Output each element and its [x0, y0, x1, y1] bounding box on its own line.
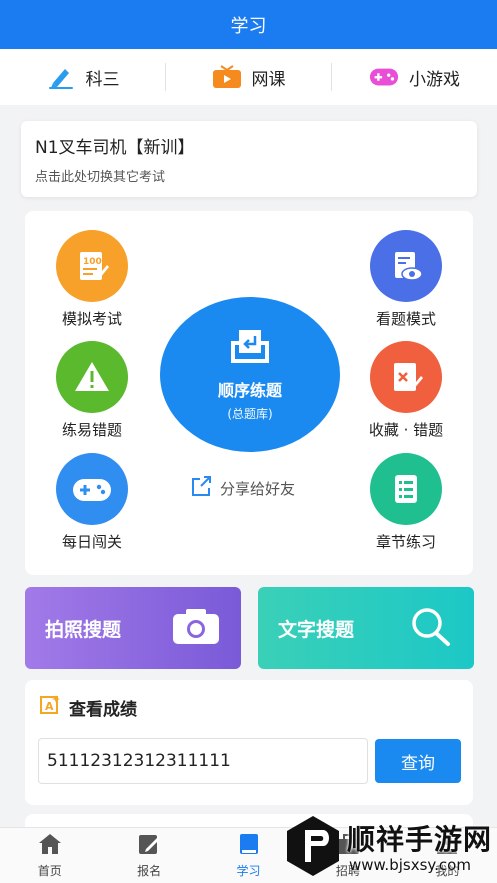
view-mode-label: 看题模式: [375, 310, 436, 328]
svg-text:100: 100: [83, 257, 102, 267]
watermark-url: www.bjsxsy.com: [349, 856, 471, 874]
tab-label: 小游戏: [409, 69, 460, 90]
gamepad-icon: [56, 453, 128, 525]
tv-icon: [212, 65, 242, 89]
score-title-text: 查看成绩: [69, 700, 137, 720]
easy-errors-label: 练易错题: [61, 421, 122, 439]
daily-challenge-label: 每日闯关: [61, 533, 122, 551]
share-to-friends-link[interactable]: 分享给好友: [190, 475, 295, 501]
view-mode-icon: [370, 230, 442, 302]
view-mode-button[interactable]: 看题模式: [351, 230, 461, 329]
chapter-practice-label: 章节练习: [375, 533, 436, 551]
text-search-label: 文字搜题: [278, 618, 355, 641]
top-category-nav: 科三 网课 小游戏: [0, 49, 497, 105]
share-label: 分享给好友: [220, 479, 296, 498]
share-icon: [190, 475, 214, 501]
nav-register[interactable]: 报名: [99, 828, 198, 883]
warning-icon: [56, 341, 128, 413]
tab-mini-games[interactable]: 小游戏: [332, 49, 497, 105]
tab-label: 网课: [251, 69, 286, 90]
text-search-button[interactable]: 文字搜题: [258, 587, 474, 669]
sequential-practice-title: 顺序练题: [217, 381, 282, 400]
magnifier-icon: [408, 606, 454, 651]
sequential-practice-button[interactable]: 顺序练题 (总题库): [160, 297, 340, 452]
tab-label: 科三: [85, 69, 120, 90]
error-notebook-icon: [370, 341, 442, 413]
nav-home[interactable]: 首页: [0, 828, 99, 883]
tab-online-course[interactable]: 网课: [166, 49, 331, 105]
score-icon: A: [39, 694, 61, 721]
tab-ke-san[interactable]: 科三: [0, 49, 165, 105]
favorites-errors-button[interactable]: 收藏 · 错题: [351, 341, 461, 440]
mock-exam-label: 模拟考试: [61, 310, 122, 328]
app-header: 学习: [0, 0, 497, 49]
score-title: A 查看成绩: [39, 694, 137, 721]
nav-label: 学习: [236, 864, 261, 878]
sequential-practice-subtitle: (总题库): [227, 407, 273, 421]
score-query-panel: A 查看成绩 查询: [25, 680, 473, 805]
watermark-logo-icon: [285, 814, 341, 882]
exam-switch-hint: 点击此处切换其它考试: [35, 170, 166, 185]
gamepad-icon: [369, 65, 399, 89]
chapter-practice-button[interactable]: 章节练习: [351, 453, 461, 552]
exam-selector-card[interactable]: N1叉车司机【新训】 点击此处切换其它考试: [21, 121, 477, 197]
page-title: 学习: [230, 15, 267, 37]
daily-challenge-button[interactable]: 每日闯关: [37, 453, 147, 552]
exam-title: N1叉车司机【新训】: [35, 138, 195, 158]
pen-icon: [46, 65, 76, 89]
favorites-errors-label: 收藏 · 错题: [368, 421, 444, 439]
photo-search-button[interactable]: 拍照搜题: [25, 587, 241, 669]
home-icon: [37, 832, 63, 859]
nav-label: 报名: [137, 864, 162, 878]
svg-text:A: A: [45, 700, 54, 713]
book-icon: [236, 832, 262, 859]
mock-exam-icon: 100: [56, 230, 128, 302]
query-button[interactable]: 查询: [375, 739, 461, 783]
easy-errors-button[interactable]: 练易错题: [37, 341, 147, 440]
site-watermark: 顺祥手游网 www.bjsxsy.com: [285, 812, 495, 882]
camera-icon: [171, 606, 221, 651]
mock-exam-button[interactable]: 100 模拟考试: [37, 230, 147, 329]
photo-search-label: 拍照搜题: [45, 618, 122, 641]
list-icon: [370, 453, 442, 525]
nav-label: 首页: [37, 864, 62, 878]
id-number-input[interactable]: [38, 738, 368, 784]
nav-study[interactable]: 学习: [199, 828, 298, 883]
watermark-name: 顺祥手游网: [347, 823, 493, 856]
edit-icon: [136, 832, 162, 859]
tray-return-icon: [227, 327, 273, 371]
